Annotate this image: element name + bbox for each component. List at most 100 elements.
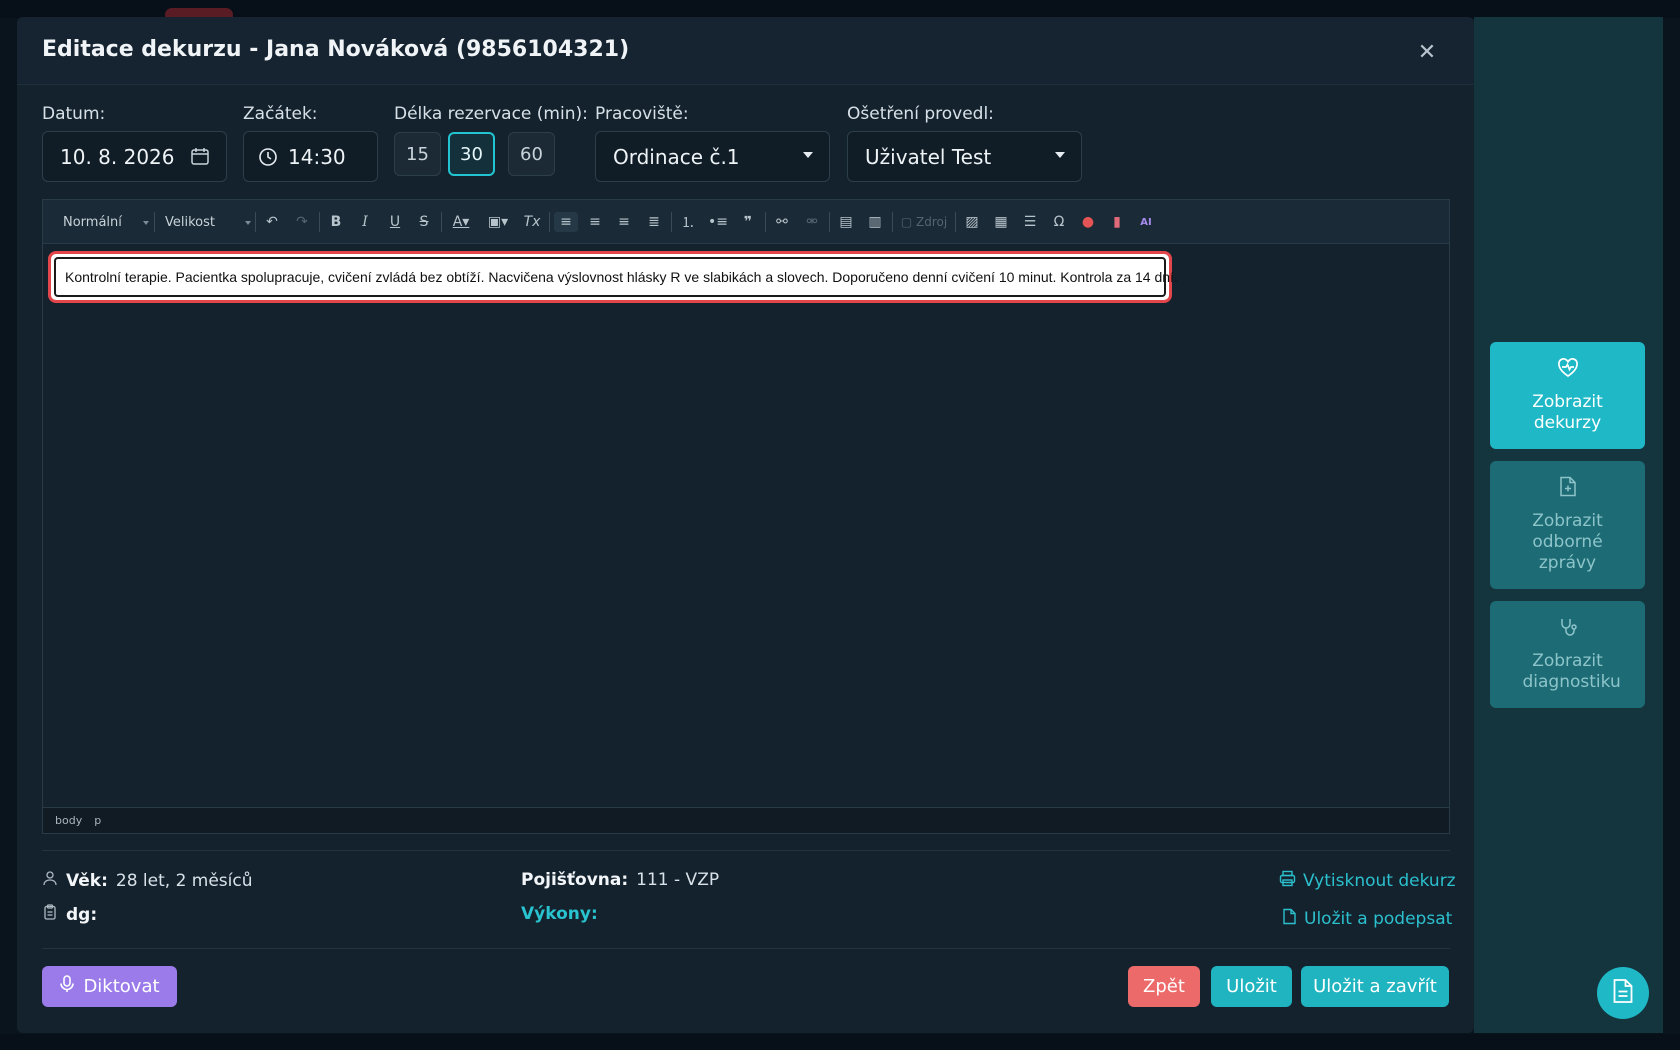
document-icon <box>1282 908 1297 930</box>
show-reports-button[interactable]: Zobrazit odborné zprávy <box>1490 461 1645 589</box>
divider <box>42 850 1450 851</box>
performed-by-label: Ošetření provedl: <box>847 104 994 124</box>
save-and-close-button[interactable]: Uložit a zavřít <box>1301 966 1449 1007</box>
dictate-button[interactable]: Diktovat <box>42 966 177 1007</box>
age-label: Věk: <box>66 870 108 891</box>
template-icon[interactable]: ▮ <box>1106 212 1128 232</box>
side-panel: Zobrazit dekurzy Zobrazit odborné zprávy… <box>1474 17 1663 1033</box>
toolbar-separator <box>549 212 550 232</box>
paste-text-icon[interactable]: ▤ <box>835 212 857 232</box>
italic-icon[interactable]: I <box>354 212 376 232</box>
show-diagnostics-button[interactable]: Zobrazit diagnostiku <box>1490 601 1645 708</box>
size-dropdown[interactable]: Velikost <box>165 212 255 232</box>
editor-paragraph[interactable]: Kontrolní terapie. Pacientka spolupracuj… <box>65 269 1178 285</box>
toolbar-separator <box>319 212 320 232</box>
path-element-body[interactable]: body <box>55 814 82 827</box>
rich-text-editor: Normální Velikost ↶ ↷ B I U S A▾ ▣▾ Tx ≡… <box>42 199 1450 834</box>
paste-word-icon[interactable]: ▥ <box>864 212 886 232</box>
bold-icon[interactable]: B <box>325 212 347 232</box>
format-dropdown-label: Normální <box>63 214 122 230</box>
link-icon[interactable]: ⚯ <box>771 212 793 232</box>
performed-by-select[interactable]: Uživatel Test <box>847 131 1082 182</box>
background-color-icon[interactable]: ▣▾ <box>484 212 512 232</box>
user-icon <box>42 870 58 891</box>
dictate-label: Diktovat <box>83 976 160 997</box>
age-value: 28 let, 2 měsíců <box>115 870 253 891</box>
source-button[interactable]: ▢ Zdroj <box>898 212 950 232</box>
workplace-label: Pracoviště: <box>595 104 689 124</box>
align-right-icon[interactable]: ≡ <box>613 212 635 232</box>
horizontal-rule-icon[interactable]: ☰ <box>1019 212 1041 232</box>
source-label: Zdroj <box>915 215 948 229</box>
blockquote-icon[interactable]: ❞ <box>737 212 759 232</box>
toolbar-separator <box>892 212 893 232</box>
bullet-list-icon[interactable]: •≡ <box>707 212 729 232</box>
toolbar-separator <box>441 212 442 232</box>
start-time-value: 14:30 <box>288 144 346 169</box>
align-left-icon[interactable]: ≡ <box>554 212 578 232</box>
remove-format-icon[interactable]: Tx <box>521 212 543 232</box>
toolbar-separator <box>154 212 155 232</box>
paragraph-frame: Kontrolní terapie. Pacientka spolupracuj… <box>54 257 1178 297</box>
editor-content-area[interactable]: Kontrolní terapie. Pacientka spolupracuj… <box>43 244 1449 808</box>
table-icon[interactable]: ▦ <box>990 212 1012 232</box>
size-dropdown-label: Velikost <box>165 214 215 230</box>
image-icon[interactable]: ▨ <box>961 212 983 232</box>
duration-60-button[interactable]: 60 <box>508 132 555 176</box>
document-icon <box>1612 978 1634 1008</box>
show-decourses-button[interactable]: Zobrazit dekurzy <box>1490 342 1645 449</box>
clipboard-icon <box>42 904 58 925</box>
workplace-select[interactable]: Ordinace č.1 <box>595 131 830 182</box>
align-center-icon[interactable]: ≡ <box>584 212 606 232</box>
notes-fab-button[interactable] <box>1597 967 1649 1019</box>
format-dropdown[interactable]: Normální <box>63 212 153 232</box>
start-time-input[interactable]: 14:30 <box>243 131 378 182</box>
source-icon: ▢ <box>900 215 916 229</box>
backdrop <box>0 0 1680 18</box>
save-and-sign-link[interactable]: Uložit a podepsat <box>1282 908 1452 930</box>
printer-icon <box>1279 870 1296 892</box>
show-decourses-label: Zobrazit dekurzy <box>1532 391 1603 433</box>
back-button[interactable]: Zpět <box>1128 966 1200 1007</box>
comment-icon[interactable]: ● <box>1077 212 1099 232</box>
procedures-label[interactable]: Výkony: <box>521 904 598 924</box>
text-color-icon[interactable]: A▾ <box>447 212 475 232</box>
redo-icon[interactable]: ↷ <box>291 212 313 232</box>
ai-icon[interactable]: AI <box>1135 212 1157 232</box>
toolbar-separator <box>255 212 256 232</box>
backdrop-footer <box>0 1034 1680 1050</box>
strikethrough-icon[interactable]: S <box>413 212 435 232</box>
duration-15-button[interactable]: 15 <box>394 132 441 176</box>
path-element-p[interactable]: p <box>94 814 101 827</box>
save-and-sign-label: Uložit a podepsat <box>1304 909 1453 929</box>
toolbar-separator <box>671 212 672 232</box>
editor-path-bar: body p <box>43 807 1449 833</box>
stethoscope-icon <box>1558 617 1578 643</box>
start-label: Začátek: <box>243 104 318 124</box>
microphone-icon <box>59 975 75 998</box>
modal-header: Editace dekurzu - Jana Nováková (9856104… <box>17 17 1474 85</box>
patient-age: Věk: 28 let, 2 měsíců <box>42 870 253 891</box>
unlink-icon[interactable]: ⚮ <box>801 212 823 232</box>
align-justify-icon[interactable]: ≣ <box>643 212 665 232</box>
highlighted-paragraph[interactable]: Kontrolní terapie. Pacientka spolupracuj… <box>48 251 1178 303</box>
undo-icon[interactable]: ↶ <box>261 212 283 232</box>
calendar-icon[interactable] <box>190 146 210 171</box>
save-button[interactable]: Uložit <box>1211 966 1292 1007</box>
chevron-down-icon <box>1055 152 1065 158</box>
divider <box>42 948 1450 949</box>
close-icon[interactable]: ✕ <box>1415 41 1439 65</box>
print-decourse-link[interactable]: Vytisknout dekurz <box>1279 870 1456 892</box>
heart-pulse-icon <box>1557 357 1579 384</box>
numbered-list-icon[interactable]: ⒈ <box>677 212 699 232</box>
performed-by-value: Uživatel Test <box>865 144 992 169</box>
duration-30-button[interactable]: 30 <box>448 132 495 176</box>
show-diagnostics-label: Zobrazit diagnostiku <box>1522 650 1621 692</box>
patient-diagnosis: dg: <box>42 904 97 925</box>
toolbar-separator <box>829 212 830 232</box>
special-character-icon[interactable]: Ω <box>1048 212 1070 232</box>
clock-icon <box>258 147 278 167</box>
procedures: Výkony: <box>521 904 598 924</box>
underline-icon[interactable]: U <box>384 212 406 232</box>
date-input[interactable]: 10. 8. 2026 <box>42 131 227 182</box>
